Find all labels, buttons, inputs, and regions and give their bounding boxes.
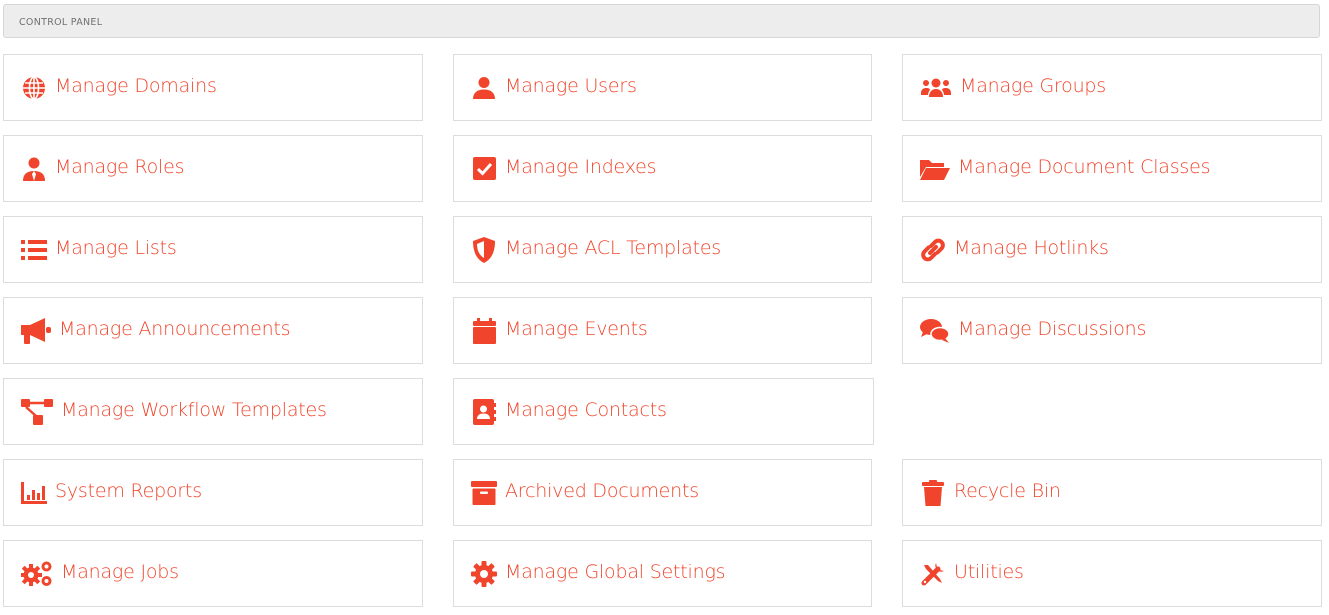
user-tie-icon: [21, 156, 47, 182]
system-reports-label: System Reports: [55, 479, 202, 502]
archived-documents-button[interactable]: Archived Documents: [453, 459, 872, 526]
utilities-button[interactable]: Utilities: [902, 540, 1322, 607]
comments-icon: [920, 318, 950, 344]
bullhorn-icon: [21, 317, 51, 344]
manage-jobs-button[interactable]: Manage Jobs: [3, 540, 423, 607]
utilities-label: Utilities: [954, 560, 1024, 583]
manage-discussions-label: Manage Discussions: [958, 317, 1147, 340]
manage-acl-templates-label: Manage ACL Templates: [505, 236, 722, 259]
manage-hotlinks-button[interactable]: Manage Hotlinks: [902, 216, 1322, 283]
manage-events-label: Manage Events: [505, 317, 648, 340]
manage-groups-label: Manage Groups: [960, 74, 1106, 97]
manage-workflow-templates-label: Manage Workflow Templates: [61, 398, 327, 421]
shield-icon: [471, 236, 497, 263]
manage-indexes-label: Manage Indexes: [505, 155, 657, 178]
trash-icon: [920, 479, 946, 506]
manage-global-settings-button[interactable]: Manage Global Settings: [453, 540, 872, 607]
manage-indexes-button[interactable]: Manage Indexes: [453, 135, 872, 202]
manage-jobs-label: Manage Jobs: [61, 560, 179, 583]
globe-icon: [21, 75, 47, 101]
manage-acl-templates-button[interactable]: Manage ACL Templates: [453, 216, 872, 283]
users-group-icon: [920, 75, 952, 101]
manage-roles-button[interactable]: Manage Roles: [3, 135, 423, 202]
manage-document-classes-label: Manage Document Classes: [958, 155, 1211, 178]
user-icon: [471, 75, 497, 101]
cog-icon: [471, 560, 497, 587]
check-square-icon: [471, 156, 497, 182]
manage-domains-label: Manage Domains: [55, 74, 217, 97]
manage-contacts-button[interactable]: Manage Contacts: [453, 378, 874, 445]
system-reports-button[interactable]: System Reports: [3, 459, 423, 526]
recycle-bin-button[interactable]: Recycle Bin: [902, 459, 1322, 526]
manage-groups-button[interactable]: Manage Groups: [902, 54, 1322, 121]
manage-users-button[interactable]: Manage Users: [453, 54, 872, 121]
manage-workflow-templates-button[interactable]: Manage Workflow Templates: [3, 378, 423, 445]
recycle-bin-label: Recycle Bin: [954, 479, 1061, 502]
link-icon: [920, 237, 946, 263]
manage-events-button[interactable]: Manage Events: [453, 297, 872, 364]
archive-icon: [471, 480, 497, 506]
tools-icon: [920, 561, 946, 587]
manage-users-label: Manage Users: [505, 74, 637, 97]
manage-lists-label: Manage Lists: [55, 236, 177, 259]
manage-discussions-button[interactable]: Manage Discussions: [902, 297, 1322, 364]
manage-hotlinks-label: Manage Hotlinks: [954, 236, 1109, 259]
calendar-icon: [471, 317, 497, 344]
cogs-icon: [21, 561, 53, 587]
manage-roles-label: Manage Roles: [55, 155, 185, 178]
manage-document-classes-button[interactable]: Manage Document Classes: [902, 135, 1322, 202]
folder-open-icon: [920, 156, 950, 182]
archived-documents-label: Archived Documents: [505, 479, 699, 502]
manage-global-settings-label: Manage Global Settings: [505, 560, 726, 583]
manage-contacts-label: Manage Contacts: [505, 398, 667, 421]
manage-announcements-label: Manage Announcements: [59, 317, 291, 340]
chart-bar-icon: [21, 480, 47, 506]
control-panel-header: CONTROL PANEL: [3, 4, 1320, 38]
manage-lists-button[interactable]: Manage Lists: [3, 216, 423, 283]
list-icon: [21, 237, 47, 263]
manage-domains-button[interactable]: Manage Domains: [3, 54, 423, 121]
manage-announcements-button[interactable]: Manage Announcements: [3, 297, 423, 364]
workflow-icon: [21, 398, 53, 425]
page-title: CONTROL PANEL: [19, 17, 103, 28]
address-book-icon: [471, 398, 497, 425]
